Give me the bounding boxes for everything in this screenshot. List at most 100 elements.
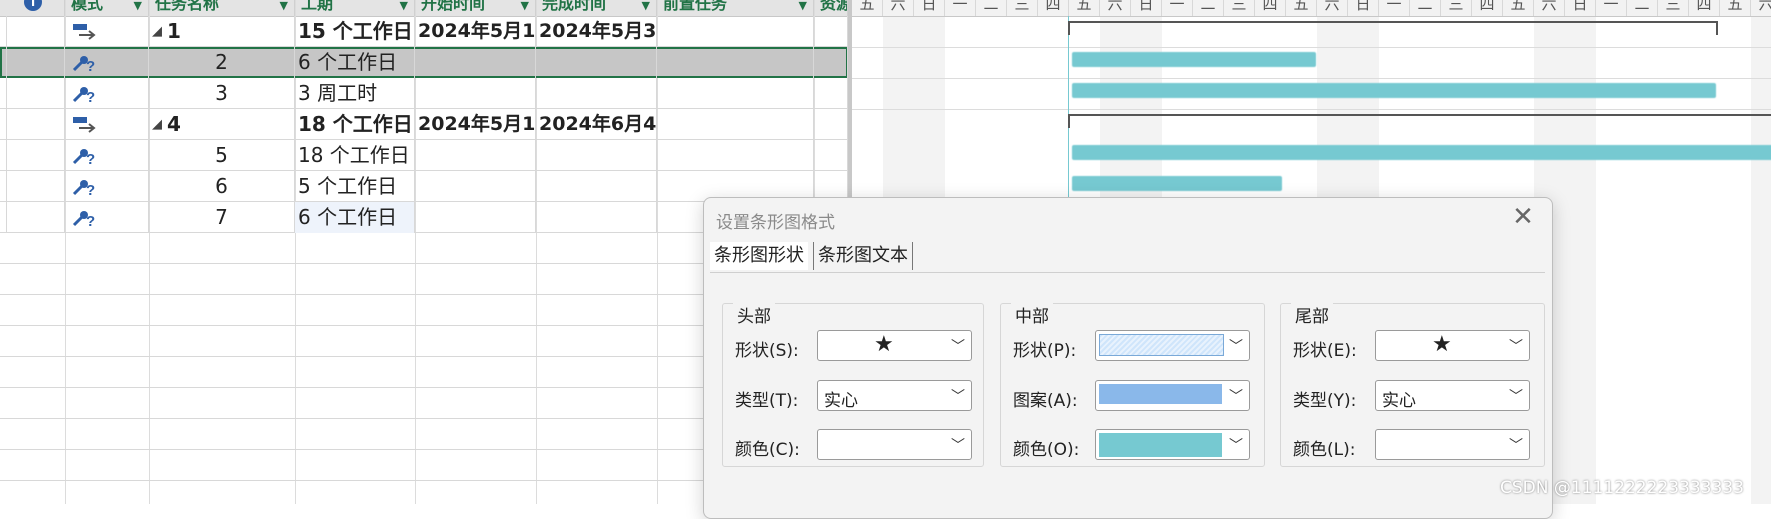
table-row[interactable]: ◢ 1 15 个工作日 2024年5月10 2024年5月30 [0, 16, 848, 47]
head-type-select[interactable]: 实心 ﹀ [817, 380, 972, 411]
head-shape-label: 形状(S): [735, 341, 799, 361]
timescale-day: 日 [1348, 0, 1379, 16]
task-name-cell[interactable]: 6 [149, 171, 295, 202]
table-row[interactable]: ◢ 4 18 个工作日 2024年5月10 2024年6月4 [0, 109, 848, 140]
task-name-cell[interactable]: 5 [149, 140, 295, 171]
start-column-header[interactable]: 开始时间 ▼ [415, 0, 536, 16]
summary-bar[interactable] [1068, 21, 1718, 35]
duration-cell[interactable]: 18 个工作日 [295, 109, 415, 140]
duration-cell[interactable]: 6 个工作日 [295, 47, 415, 78]
manual-schedule-icon: ? [72, 180, 95, 197]
predecessors-cell[interactable] [657, 16, 814, 47]
resources-column-header[interactable]: 资源 [814, 0, 848, 16]
finish-column-header[interactable]: 完成时间 ▼ [536, 0, 657, 16]
predecessors-cell[interactable] [657, 140, 814, 171]
collapse-triangle-icon[interactable]: ◢ [152, 110, 162, 140]
finish-cell[interactable]: 2024年6月4 [536, 109, 657, 140]
timescale-day: 四 [1255, 0, 1286, 16]
head-type-value: 实心 [824, 391, 858, 411]
collapse-triangle-icon[interactable]: ◢ [152, 17, 162, 47]
finish-cell[interactable] [536, 171, 657, 202]
start-cell[interactable] [415, 202, 536, 233]
resources-cell[interactable] [814, 78, 848, 109]
task-name-cell[interactable]: 2 [149, 47, 295, 78]
dropdown-arrow-icon[interactable]: ▼ [642, 0, 650, 16]
finish-cell[interactable] [536, 78, 657, 109]
finish-cell[interactable] [536, 202, 657, 233]
middle-pattern-select[interactable]: ﹀ [1095, 380, 1250, 411]
timescale-day: 一 [1596, 0, 1627, 16]
table-row[interactable]: ? 2 6 个工作日 [0, 47, 848, 78]
tab-bar-shape[interactable]: 条形图形状 [710, 242, 808, 270]
head-shape-select[interactable]: ★ ﹀ [817, 330, 972, 361]
resources-cell[interactable] [814, 47, 848, 78]
duration-cell[interactable]: 18 个工作日 [295, 140, 415, 171]
middle-shape-select[interactable]: ﹀ [1095, 330, 1250, 361]
finish-cell[interactable] [536, 47, 657, 78]
summary-bar[interactable] [1068, 114, 1771, 128]
dropdown-arrow-icon[interactable]: ▼ [400, 0, 408, 16]
chevron-down-icon: ﹀ [1509, 389, 1523, 405]
dropdown-arrow-icon[interactable]: ▼ [134, 0, 142, 16]
head-color-select[interactable]: ﹀ [817, 429, 972, 460]
task-name-cell[interactable]: 7 [149, 202, 295, 233]
start-cell[interactable]: 2024年5月10 [415, 109, 536, 140]
duration-cell[interactable]: 5 个工作日 [295, 171, 415, 202]
task-name-cell[interactable]: 3 [149, 78, 295, 109]
dropdown-arrow-icon[interactable]: ▼ [521, 0, 529, 16]
tail-type-select[interactable]: 实心 ﹀ [1375, 380, 1530, 411]
table-row[interactable]: ? 5 18 个工作日 [0, 140, 848, 171]
task-bar[interactable] [1072, 83, 1716, 98]
task-bar[interactable] [1072, 145, 1771, 160]
start-cell[interactable] [415, 78, 536, 109]
dropdown-arrow-icon[interactable]: ▼ [799, 0, 807, 16]
tail-color-label: 颜色(L): [1293, 440, 1356, 460]
tail-shape-select[interactable]: ★ ﹀ [1375, 330, 1530, 361]
close-icon[interactable]: ✕ [1506, 200, 1540, 234]
duration-cell[interactable]: 3 周工时 [295, 78, 415, 109]
task-name-cell[interactable]: ◢ 4 [149, 109, 295, 140]
resources-cell[interactable] [814, 16, 848, 47]
timescale-day: 六 [1100, 0, 1131, 16]
watermark-text: CSDN @1111222223333333 [1500, 478, 1744, 498]
timescale-day: 二 [1193, 0, 1224, 16]
resources-cell[interactable] [814, 109, 848, 140]
task-bar[interactable] [1072, 52, 1316, 67]
timescale-day: 二 [1627, 0, 1658, 16]
resources-cell[interactable] [814, 140, 848, 171]
timescale-day: 一 [1379, 0, 1410, 16]
svg-text:?: ? [86, 151, 95, 166]
table-row[interactable]: ? 3 3 周工时 [0, 78, 848, 109]
info-column-header[interactable]: i [0, 0, 65, 16]
timescale-day: 三 [1441, 0, 1472, 16]
duration-cell[interactable]: 6 个工作日 [295, 202, 415, 233]
predecessors-cell[interactable] [657, 109, 814, 140]
start-cell[interactable] [415, 171, 536, 202]
start-cell[interactable]: 2024年5月10 [415, 16, 536, 47]
start-cell[interactable] [415, 140, 536, 171]
svg-text:?: ? [86, 182, 95, 197]
dropdown-arrow-icon[interactable]: ▼ [280, 0, 288, 16]
predecessors-cell[interactable] [657, 47, 814, 78]
tab-bar-text[interactable]: 条形图文本 [813, 242, 913, 270]
middle-color-select[interactable]: ﹀ [1095, 429, 1250, 460]
finish-cell[interactable] [536, 140, 657, 171]
name-column-header[interactable]: 任务名称 ▼ [149, 0, 295, 16]
dialog-title: 设置条形图格式 [716, 213, 835, 233]
middle-pattern-label: 图案(A): [1013, 391, 1078, 411]
auto-schedule-icon [73, 117, 96, 133]
start-cell[interactable] [415, 47, 536, 78]
task-bar[interactable] [1072, 176, 1282, 191]
predecessors-column-header[interactable]: 前置任务 ▼ [657, 0, 814, 16]
task-name-cell[interactable]: ◢ 1 [149, 16, 295, 47]
tail-color-select[interactable]: ﹀ [1375, 429, 1530, 460]
duration-column-header[interactable]: 工期 ▼ [295, 0, 415, 16]
finish-cell[interactable]: 2024年5月30 [536, 16, 657, 47]
svg-text:?: ? [86, 58, 95, 73]
duration-cell[interactable]: 15 个工作日 [295, 16, 415, 47]
timescale-day: 五 [1069, 0, 1100, 16]
middle-group-title: 中部 [1011, 302, 1053, 327]
chevron-down-icon: ﹀ [1229, 339, 1243, 355]
mode-column-header[interactable]: 模式 ▼ [65, 0, 149, 16]
predecessors-cell[interactable] [657, 78, 814, 109]
